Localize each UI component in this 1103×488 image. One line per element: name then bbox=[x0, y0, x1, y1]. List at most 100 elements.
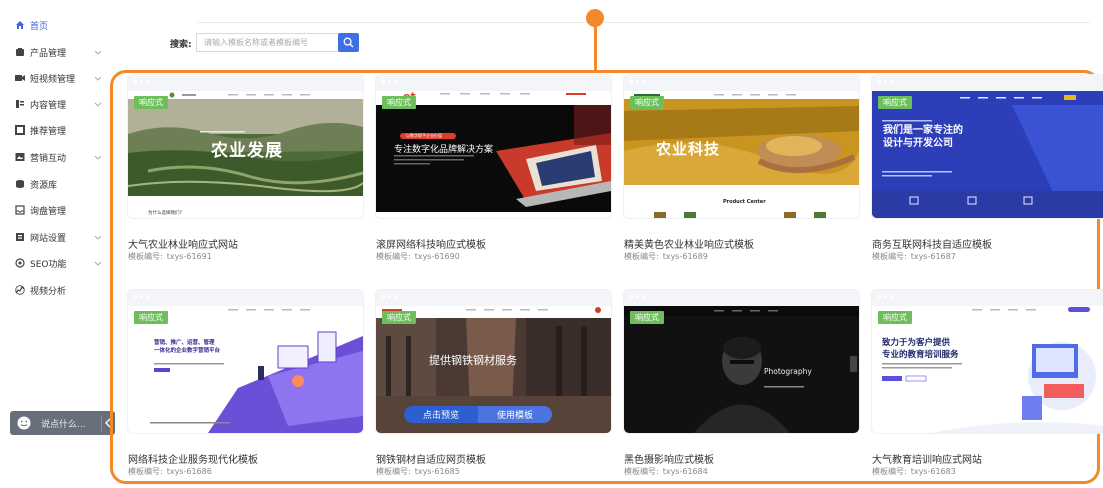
template-preview[interactable]: 为什么选择我们? 农业发展 响应式 bbox=[128, 75, 363, 218]
responsive-badge: 响应式 bbox=[134, 311, 168, 324]
template-screenshot: 农业科技 Product Center bbox=[624, 91, 859, 218]
code-label: 模板编号: bbox=[128, 467, 163, 476]
sidebar-item-recommend[interactable]: 推荐管理 bbox=[0, 118, 113, 142]
shot-line: 专业的教育培训服务 bbox=[882, 350, 959, 360]
chat-input-bar[interactable]: 说点什么... bbox=[10, 411, 115, 435]
shot-headline: 营销、推广、运营、管理 一体化的企业数字营销平台 bbox=[154, 339, 220, 355]
window-dots bbox=[630, 80, 645, 83]
preview-button[interactable]: 点击预览 bbox=[404, 406, 478, 423]
template-title[interactable]: 大气农业林业响应式网站 bbox=[128, 236, 238, 251]
template-title[interactable]: 大气教育培训响应式网站 bbox=[872, 451, 982, 466]
responsive-badge: 响应式 bbox=[630, 96, 664, 109]
template-preview[interactable]: 我们是一家专注的 设计与开发公司 响应式 bbox=[872, 75, 1103, 218]
sidebar-item-label: 资源库 bbox=[30, 180, 58, 191]
sidebar-item-video-analysis[interactable]: 视频分析 bbox=[0, 278, 113, 302]
search-icon bbox=[343, 37, 354, 48]
template-screenshot: 为什么选择我们? 农业发展 bbox=[128, 91, 363, 218]
shot-headline: 专注数字化品牌解决方案 bbox=[394, 145, 494, 155]
sidebar-item-short-video[interactable]: 短视频管理 bbox=[0, 66, 113, 90]
responsive-badge: 响应式 bbox=[630, 311, 664, 324]
sidebar-item-label: 内容管理 bbox=[30, 100, 67, 111]
template-preview[interactable]: 致力于为客户提供 专业的教育培训服务 响应式 bbox=[872, 290, 1103, 433]
square-icon bbox=[14, 125, 25, 136]
annotation-connector bbox=[594, 27, 597, 71]
divider bbox=[101, 415, 102, 431]
chevron-down-icon bbox=[94, 235, 102, 240]
shot-headline: 我们是一家专注的 设计与开发公司 bbox=[883, 124, 963, 150]
window-dots bbox=[630, 295, 645, 298]
code-label: 模板编号: bbox=[872, 467, 907, 476]
code-label: 模板编号: bbox=[128, 252, 163, 261]
analytics-icon bbox=[14, 285, 25, 296]
sidebar-item-inquiry[interactable]: 询盘管理 bbox=[0, 198, 113, 222]
database-icon bbox=[14, 179, 25, 190]
window-dots bbox=[134, 80, 149, 83]
sidebar-item-label: 短视频管理 bbox=[30, 74, 76, 85]
use-template-button[interactable]: 使用模板 bbox=[478, 406, 552, 423]
template-screenshot: et 以数字赋予企业价值 专注数字化品牌解决方案 bbox=[376, 91, 611, 218]
template-card[interactable]: 农业科技 Product Center 响应式 精美黄色农业林业响应式模板 模板… bbox=[624, 75, 859, 275]
code-value: txys-61683 bbox=[910, 467, 956, 476]
template-title[interactable]: 滚屏网络科技响应式模板 bbox=[376, 236, 486, 251]
window-dots bbox=[382, 295, 397, 298]
template-code: 模板编号: txys-61690 bbox=[376, 251, 460, 262]
header-divider bbox=[197, 22, 1090, 23]
template-preview[interactable]: 提供钢铁钢材服务 响应式 点击预览 使用模板 bbox=[376, 290, 611, 433]
seo-icon bbox=[14, 258, 25, 269]
shot-headline: 提供钢铁钢材服务 bbox=[429, 354, 517, 367]
template-card[interactable]: 营销、推广、运营、管理 一体化的企业数字营销平台 响应式 网络科技企业服务现代化模… bbox=[128, 290, 363, 488]
code-label: 模板编号: bbox=[376, 252, 411, 261]
shot-section: Product Center bbox=[723, 199, 766, 205]
template-card[interactable]: 提供钢铁钢材服务 响应式 点击预览 使用模板 钢铁钢材自适应网页模板 模板编号:… bbox=[376, 290, 611, 488]
template-code: 模板编号: txys-61691 bbox=[128, 251, 212, 262]
shot-headline: 农业科技 bbox=[656, 140, 721, 158]
code-value: txys-61690 bbox=[414, 252, 460, 261]
template-card[interactable]: et 以数字赋予企业价值 专注数字化品牌解决方案 响应式 滚屏网络科技响应式模板… bbox=[376, 75, 611, 275]
template-title[interactable]: 网络科技企业服务现代化模板 bbox=[128, 451, 258, 466]
chevron-down-icon bbox=[94, 76, 102, 81]
shot-line: 我们是一家专注的 bbox=[883, 125, 963, 136]
annotation-marker bbox=[586, 9, 604, 27]
sidebar-item-products[interactable]: 产品管理 bbox=[0, 40, 113, 64]
template-title[interactable]: 精美黄色农业林业响应式模板 bbox=[624, 236, 754, 251]
window-dots bbox=[878, 295, 893, 298]
template-screenshot: 致力于为客户提供 专业的教育培训服务 bbox=[872, 306, 1103, 433]
template-card[interactable]: 我们是一家专注的 设计与开发公司 响应式 商务互联网科技自适应模板 模板编号: tx… bbox=[872, 75, 1103, 275]
template-preview[interactable]: 营销、推广、运营、管理 一体化的企业数字营销平台 响应式 bbox=[128, 290, 363, 433]
search-button[interactable] bbox=[338, 33, 359, 52]
code-value: txys-61691 bbox=[166, 252, 212, 261]
window-dots bbox=[382, 80, 397, 83]
hover-action-bar: 点击预览 使用模板 bbox=[404, 406, 552, 423]
template-title[interactable]: 钢铁钢材自适应网页模板 bbox=[376, 451, 486, 466]
template-title[interactable]: 黑色摄影响应式模板 bbox=[624, 451, 714, 466]
template-preview[interactable]: Photography 响应式 bbox=[624, 290, 859, 433]
sidebar-item-label: SEO功能 bbox=[30, 259, 67, 270]
sidebar-item-label: 首页 bbox=[30, 21, 49, 32]
template-card[interactable]: 为什么选择我们? 农业发展 响应式 大气农业林业响应式网站 模板编号: txys-… bbox=[128, 75, 363, 275]
list-icon bbox=[14, 99, 25, 110]
sidebar: 首页 产品管理 短视频管理 内容管理 推荐管理 营销互动 资源库 询盘管理 网站… bbox=[0, 0, 115, 488]
shot-headline: Photography bbox=[764, 367, 812, 376]
template-card[interactable]: Photography 响应式 黑色摄影响应式模板 模板编号: txys-6168… bbox=[624, 290, 859, 488]
template-screenshot: Photography bbox=[624, 306, 859, 433]
template-code: 模板编号: txys-61683 bbox=[872, 466, 956, 477]
shot-line: 一体化的企业数字营销平台 bbox=[154, 348, 221, 354]
sidebar-item-seo[interactable]: SEO功能 bbox=[0, 251, 113, 275]
chevron-down-icon bbox=[94, 261, 102, 266]
shot-tagline: 以数字赋予企业价值 bbox=[406, 133, 442, 138]
template-preview[interactable]: 农业科技 Product Center 响应式 bbox=[624, 75, 859, 218]
template-card[interactable]: 致力于为客户提供 专业的教育培训服务 响应式 大气教育培训响应式网站 模板编号: t… bbox=[872, 290, 1103, 488]
responsive-badge: 响应式 bbox=[382, 311, 416, 324]
sidebar-item-resources[interactable]: 资源库 bbox=[0, 172, 113, 196]
template-preview[interactable]: et 以数字赋予企业价值 专注数字化品牌解决方案 响应式 bbox=[376, 75, 611, 218]
code-label: 模板编号: bbox=[872, 252, 907, 261]
template-title[interactable]: 商务互联网科技自适应模板 bbox=[872, 236, 992, 251]
sidebar-item-site-settings[interactable]: 网站设置 bbox=[0, 225, 113, 249]
sidebar-item-home[interactable]: 首页 bbox=[0, 13, 113, 37]
sidebar-item-content[interactable]: 内容管理 bbox=[0, 92, 113, 116]
template-screenshot: 营销、推广、运营、管理 一体化的企业数字营销平台 bbox=[128, 306, 363, 433]
chevron-down-icon bbox=[94, 50, 102, 55]
sidebar-item-marketing[interactable]: 营销互动 bbox=[0, 145, 113, 169]
search-input[interactable] bbox=[196, 33, 338, 52]
smile-icon bbox=[17, 416, 31, 430]
